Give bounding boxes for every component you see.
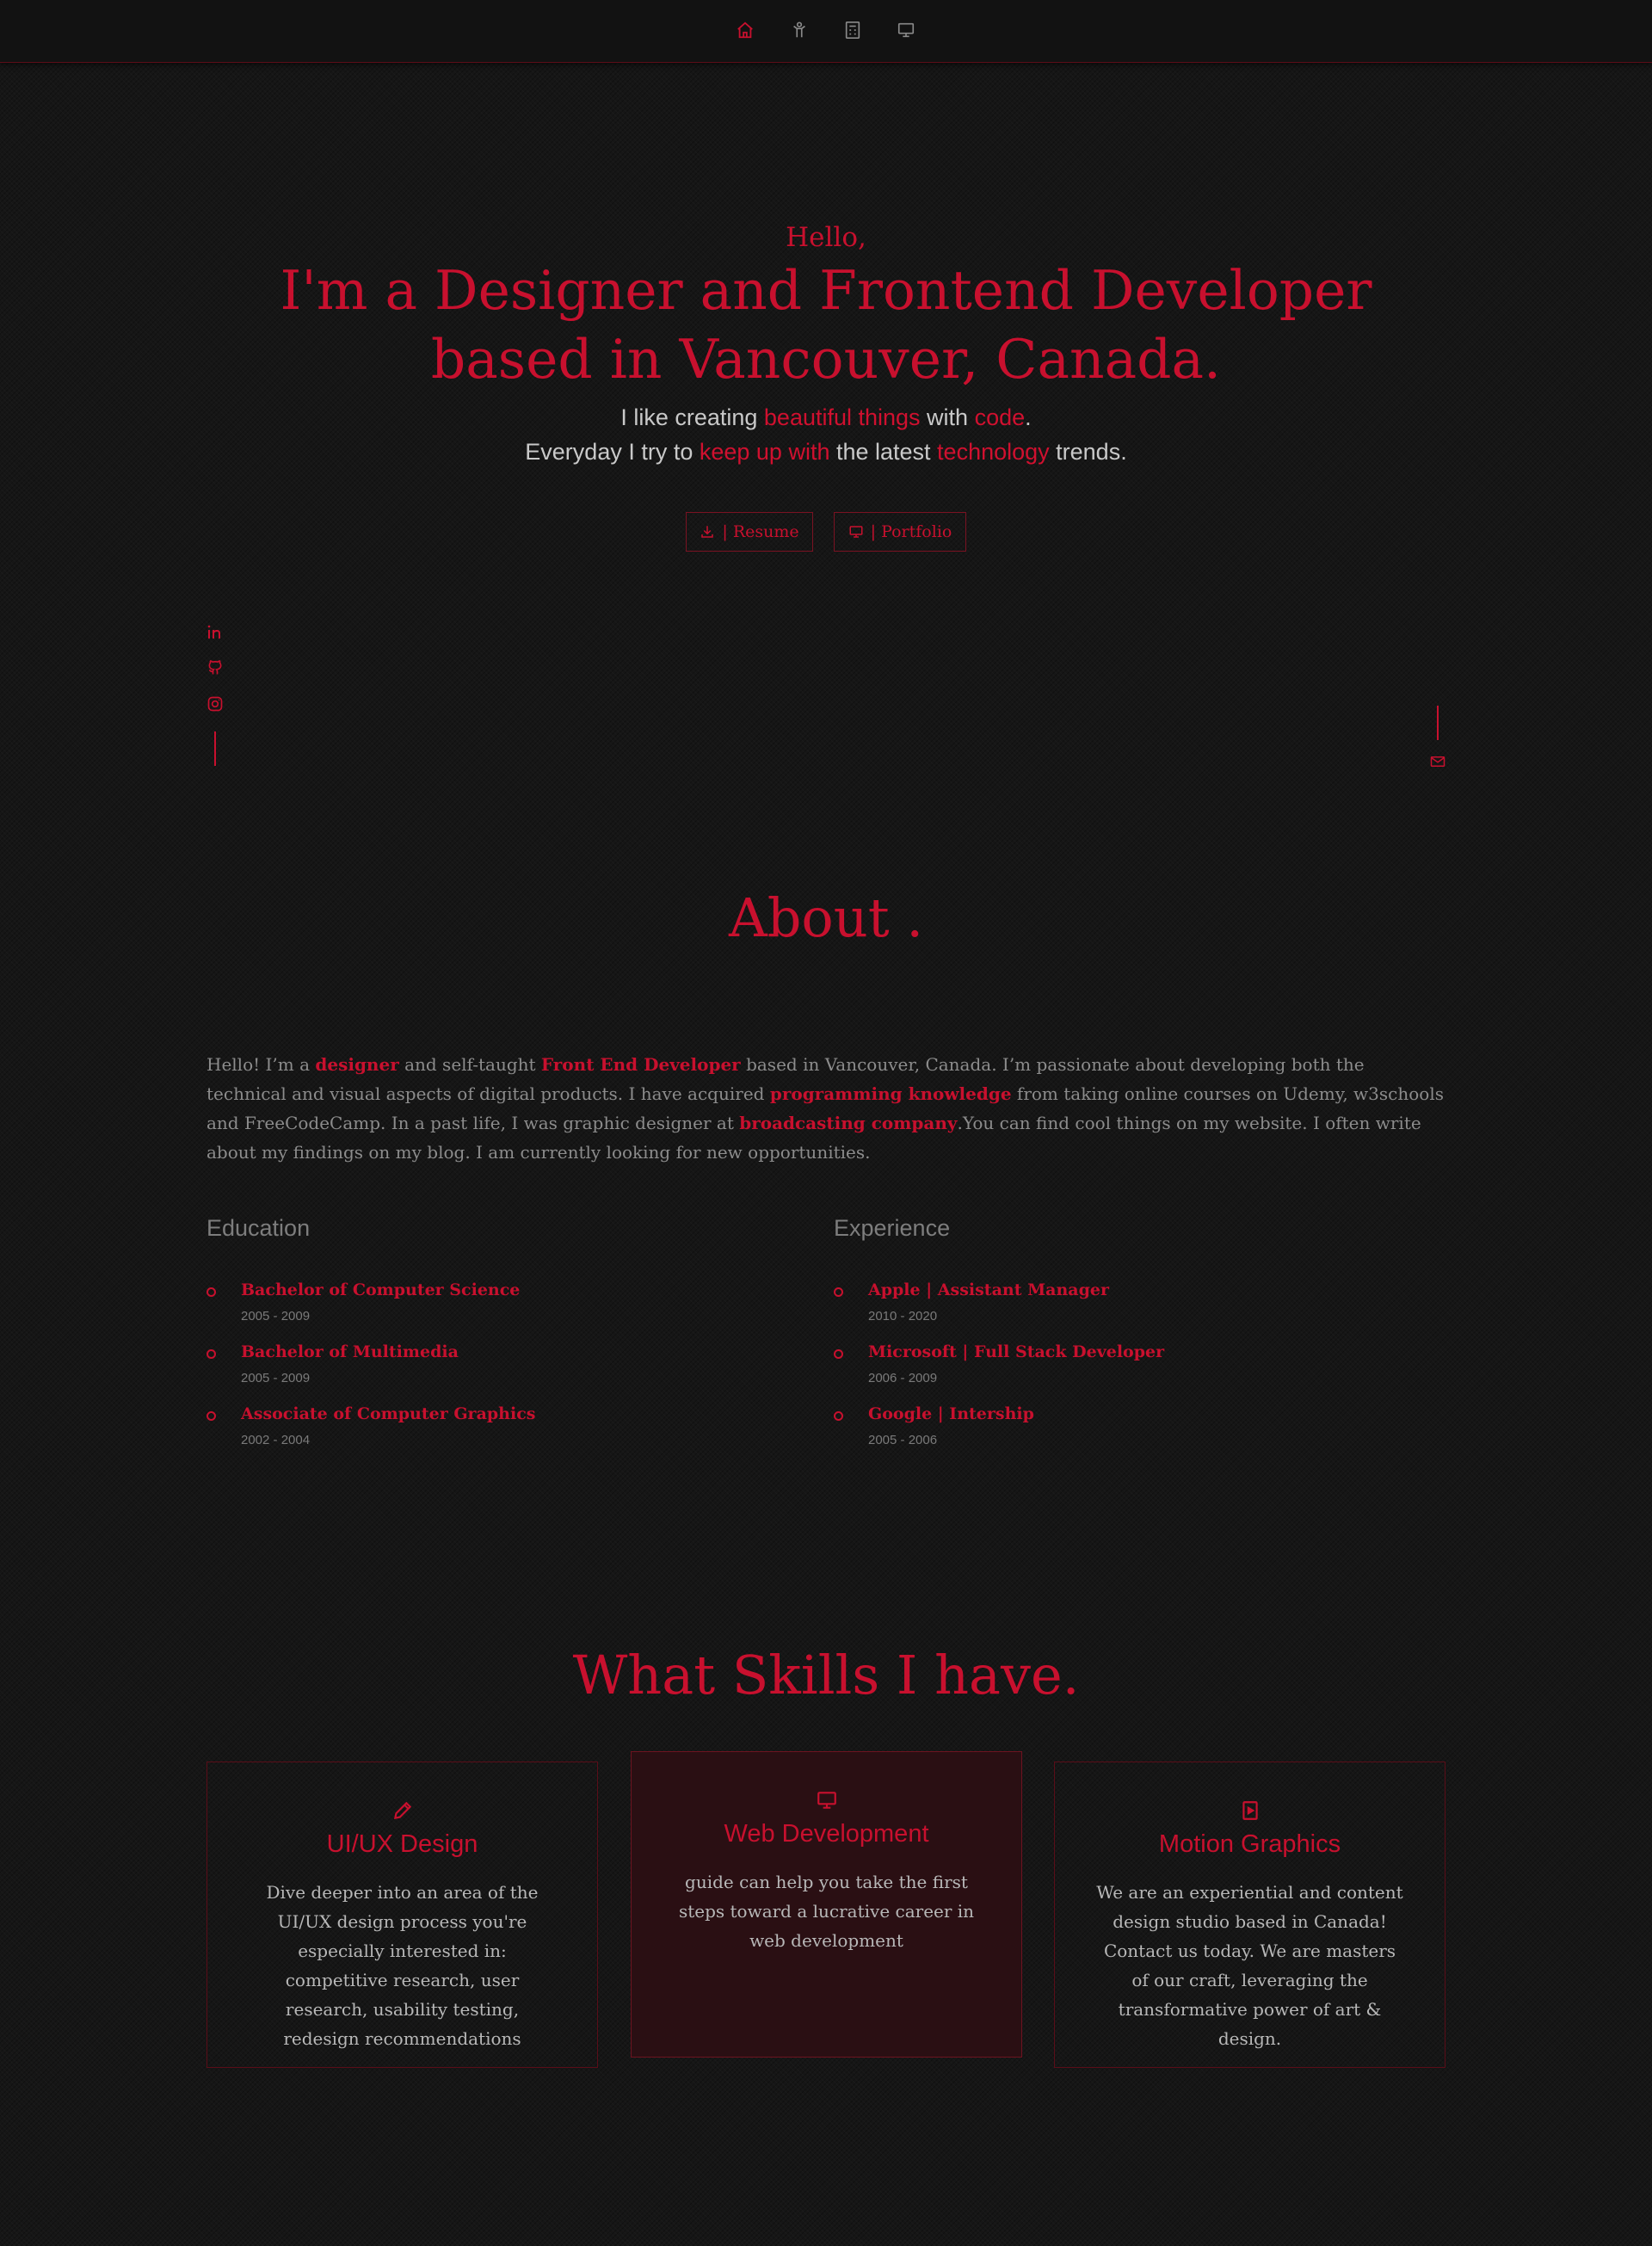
skills-title: What Skills I have.: [572, 1644, 1080, 1706]
education-date: 2005 - 2009: [241, 1371, 311, 1385]
hero-tagline-2: Everyday I try to keep up with the lates…: [0, 439, 1652, 466]
pencil-icon: [391, 1799, 414, 1822]
mail-icon[interactable]: [1430, 755, 1447, 772]
person-icon[interactable]: [788, 19, 811, 41]
skill-card-uiux[interactable]: UI/UX Design Dive deeper into an area of…: [206, 1762, 598, 2068]
tagline-text: with: [920, 404, 975, 430]
about-text: and self-taught: [398, 1054, 541, 1075]
timeline-dot: [206, 1349, 216, 1359]
instagram-icon[interactable]: [206, 695, 224, 713]
github-icon[interactable]: [206, 659, 224, 676]
about-highlight: designer: [315, 1054, 399, 1075]
about-highlight: Front End Developer: [540, 1054, 741, 1075]
timeline-dot: [834, 1349, 843, 1359]
resume-button-label: | Resume: [722, 522, 799, 541]
monitor-icon[interactable]: [895, 19, 917, 41]
skill-card-text: guide can help you take the first steps …: [678, 1872, 975, 1951]
monitor-icon: [848, 524, 864, 540]
portfolio-button[interactable]: | Portfolio: [834, 512, 966, 552]
skill-card-title: Web Development: [724, 1820, 929, 1848]
skill-card-text: We are an experiential and content desig…: [1096, 1882, 1403, 2049]
tagline-text: .: [1025, 404, 1032, 430]
hero-title-line1: I'm a Designer and Frontend Developer: [280, 259, 1372, 322]
education-title[interactable]: Bachelor of Multimedia: [241, 1342, 459, 1361]
tagline-text: Everyday I try to: [525, 439, 700, 465]
social-divider-line: [214, 731, 216, 766]
education-title[interactable]: Associate of Computer Graphics: [241, 1404, 535, 1423]
hero-greeting: Hello,: [786, 222, 866, 253]
portfolio-button-label: | Portfolio: [870, 522, 952, 541]
top-navbar: [0, 0, 1652, 63]
hero-tagline-1: I like creating beautiful things with co…: [0, 404, 1652, 431]
experience-date: 2005 - 2006: [868, 1433, 938, 1447]
home-icon[interactable]: [734, 19, 756, 41]
tagline-text: the latest: [829, 439, 938, 465]
tagline-text: trends.: [1049, 439, 1127, 465]
linkedin-icon[interactable]: [206, 624, 224, 641]
hero-title: I'm a Designer and Frontend Developer ba…: [0, 256, 1652, 394]
skill-card-title: UI/UX Design: [326, 1830, 478, 1858]
timeline-dot: [206, 1287, 216, 1297]
skill-card-motion[interactable]: Motion Graphics We are an experiential a…: [1054, 1762, 1446, 2068]
play-file-icon: [1239, 1799, 1261, 1822]
experience-date: 2006 - 2009: [868, 1371, 938, 1385]
experience-title[interactable]: Microsoft | Full Stack Developer: [868, 1342, 1164, 1361]
education-heading: Education: [206, 1215, 311, 1241]
about-highlight: broadcasting company: [739, 1113, 958, 1133]
tagline-text: I like creating: [620, 404, 764, 430]
email-divider-line: [1437, 706, 1439, 740]
experience-date: 2010 - 2020: [868, 1309, 938, 1324]
timeline-dot: [206, 1411, 216, 1421]
tagline-highlight: technology: [937, 439, 1050, 465]
timeline-dot: [834, 1411, 843, 1421]
hero-title-line2: based in Vancouver, Canada.: [430, 328, 1222, 391]
calculator-icon[interactable]: [841, 19, 864, 41]
education-title[interactable]: Bachelor of Computer Science: [241, 1280, 520, 1299]
skill-card-title: Motion Graphics: [1158, 1830, 1341, 1858]
skill-card-webdev[interactable]: Web Development guide can help you take …: [631, 1751, 1022, 2058]
experience-title[interactable]: Google | Intership: [868, 1404, 1034, 1423]
about-title: About .: [728, 886, 924, 949]
experience-heading: Experience: [834, 1215, 951, 1241]
about-text: Hello! I’m a: [206, 1054, 316, 1075]
resume-button[interactable]: | Resume: [686, 512, 813, 552]
monitor-icon: [816, 1789, 838, 1811]
tagline-highlight: beautiful things: [763, 404, 921, 430]
tagline-highlight: code: [974, 404, 1026, 430]
timeline-dot: [834, 1287, 843, 1297]
experience-title[interactable]: Apple | Assistant Manager: [868, 1280, 1109, 1299]
download-icon: [700, 524, 715, 540]
education-date: 2005 - 2009: [241, 1309, 311, 1324]
tagline-highlight: keep up with: [699, 439, 830, 465]
about-highlight: programming knowledge: [769, 1083, 1012, 1104]
about-paragraph: Hello! I’m a designer and self-taught Fr…: [206, 1050, 1446, 1167]
skill-card-text: Dive deeper into an area of the UI/UX de…: [266, 1882, 539, 2049]
education-date: 2002 - 2004: [241, 1433, 311, 1447]
